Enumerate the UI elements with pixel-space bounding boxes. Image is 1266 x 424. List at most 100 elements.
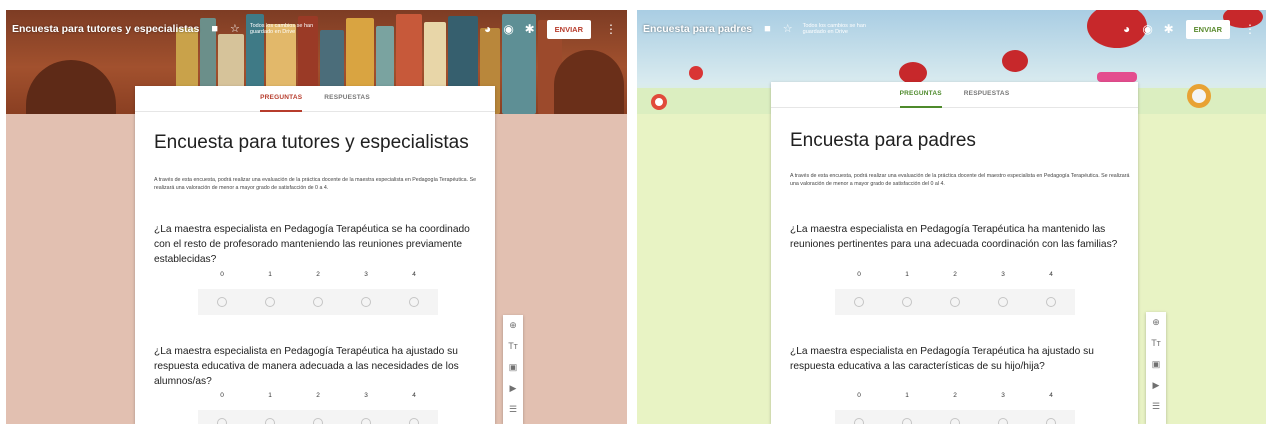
question-1-text[interactable]: ¿La maestra especialista en Pedagogía Te…	[154, 222, 489, 267]
form-editor-padres: Encuesta para padres ■ ☆ Todos los cambi…	[637, 10, 1266, 424]
eye-icon[interactable]: ◉	[1142, 23, 1154, 35]
top-bar: Encuesta para padres ■ ☆ Todos los cambi…	[637, 10, 1266, 48]
question-1-scale-labels: 0 1 2 3 4	[835, 271, 1075, 278]
radio-option[interactable]	[246, 289, 294, 315]
add-section-icon[interactable]: ☰	[1146, 396, 1166, 417]
radio-option[interactable]	[1027, 289, 1075, 315]
question-2-scale-labels: 0 1 2 3 4	[835, 392, 1075, 399]
scale-label: 4	[412, 392, 416, 399]
scale-label: 2	[316, 271, 320, 278]
scale-label: 3	[364, 392, 368, 399]
question-2-radio-row	[198, 410, 438, 424]
form-title[interactable]: Encuesta para padres	[790, 130, 976, 152]
palette-icon[interactable]: ◕	[1121, 23, 1133, 35]
radio-option[interactable]	[979, 289, 1027, 315]
more-vert-icon[interactable]: ⋮	[605, 22, 617, 36]
tab-respuestas[interactable]: RESPUESTAS	[964, 82, 1010, 108]
scale-label: 2	[953, 392, 957, 399]
add-image-icon[interactable]: ▣	[503, 357, 523, 378]
saved-status: Todos los cambios se han guardado en Dri…	[249, 22, 314, 36]
scale-label: 0	[220, 271, 224, 278]
scale-label: 2	[953, 271, 957, 278]
scale-label: 3	[1001, 271, 1005, 278]
add-section-icon[interactable]: ☰	[503, 399, 523, 420]
radio-option[interactable]	[198, 410, 246, 424]
scale-label: 4	[412, 271, 416, 278]
form-description[interactable]: A través de esta encuesta, podrá realiza…	[790, 172, 1130, 188]
radio-option[interactable]	[1027, 410, 1075, 424]
scale-label: 1	[905, 271, 909, 278]
scale-label: 0	[220, 392, 224, 399]
scale-label: 4	[1049, 392, 1053, 399]
scale-label: 3	[364, 271, 368, 278]
star-icon[interactable]: ☆	[783, 23, 793, 35]
radio-option[interactable]	[883, 289, 931, 315]
radio-option[interactable]	[835, 410, 883, 424]
scale-label: 3	[1001, 392, 1005, 399]
radio-option[interactable]	[294, 289, 342, 315]
form-title[interactable]: Encuesta para tutores y especialistas	[154, 132, 469, 154]
star-icon[interactable]: ☆	[230, 23, 240, 35]
radio-option[interactable]	[294, 410, 342, 424]
radio-option[interactable]	[342, 410, 390, 424]
radio-option[interactable]	[390, 289, 438, 315]
top-bar-actions: ◕ ◉ ✱ ENVIAR ⋮	[482, 10, 627, 48]
form-editor-tutores: Encuesta para tutores y especialistas ■ …	[6, 10, 627, 424]
add-title-icon[interactable]: Tт	[1146, 333, 1166, 354]
question-2-text[interactable]: ¿La maestra especialista en Pedagogía Te…	[790, 344, 1135, 374]
question-2-text[interactable]: ¿La maestra especialista en Pedagogía Te…	[154, 344, 489, 389]
side-toolbar: ⊕ Tт ▣ ▶ ☰	[503, 315, 523, 424]
send-button[interactable]: ENVIAR	[1185, 19, 1230, 39]
form-name[interactable]: Encuesta para padres	[643, 23, 752, 35]
palette-icon[interactable]: ◕	[482, 23, 494, 35]
scale-label: 2	[316, 392, 320, 399]
top-bar-actions: ◕ ◉ ✱ ENVIAR ⋮	[1121, 10, 1266, 48]
question-2-radio-row	[835, 410, 1075, 424]
scale-label: 1	[268, 271, 272, 278]
add-video-icon[interactable]: ▶	[1146, 375, 1166, 396]
radio-option[interactable]	[931, 410, 979, 424]
form-card: PREGUNTAS RESPUESTAS Encuesta para padre…	[771, 82, 1138, 424]
tab-preguntas[interactable]: PREGUNTAS	[899, 82, 942, 108]
scale-label: 1	[268, 392, 272, 399]
eye-icon[interactable]: ◉	[503, 23, 515, 35]
form-description[interactable]: A través de esta encuesta, podrá realiza…	[154, 176, 484, 192]
add-title-icon[interactable]: Tт	[503, 336, 523, 357]
radio-option[interactable]	[198, 289, 246, 315]
folder-icon[interactable]: ■	[211, 23, 218, 35]
question-1-text[interactable]: ¿La maestra especialista en Pedagogía Te…	[790, 222, 1135, 252]
form-name[interactable]: Encuesta para tutores y especialistas	[12, 23, 199, 35]
scale-label: 0	[857, 271, 861, 278]
scale-label: 4	[1049, 271, 1053, 278]
radio-option[interactable]	[835, 289, 883, 315]
radio-option[interactable]	[979, 410, 1027, 424]
form-card: PREGUNTAS RESPUESTAS Encuesta para tutor…	[135, 86, 495, 424]
question-1-scale-labels: 0 1 2 3 4	[198, 271, 438, 278]
scale-label: 1	[905, 392, 909, 399]
tab-respuestas[interactable]: RESPUESTAS	[324, 86, 370, 112]
tab-preguntas[interactable]: PREGUNTAS	[260, 86, 303, 112]
radio-option[interactable]	[883, 410, 931, 424]
radio-option[interactable]	[246, 410, 294, 424]
radio-option[interactable]	[342, 289, 390, 315]
side-toolbar: ⊕ Tт ▣ ▶ ☰	[1146, 312, 1166, 424]
gear-icon[interactable]: ✱	[524, 23, 536, 35]
add-question-icon[interactable]: ⊕	[1146, 312, 1166, 333]
question-1-radio-row	[198, 289, 438, 315]
add-video-icon[interactable]: ▶	[503, 378, 523, 399]
tab-bar: PREGUNTAS RESPUESTAS	[135, 86, 495, 112]
top-bar: Encuesta para tutores y especialistas ■ …	[6, 10, 627, 48]
gear-icon[interactable]: ✱	[1163, 23, 1175, 35]
question-1-radio-row	[835, 289, 1075, 315]
send-button[interactable]: ENVIAR	[546, 19, 591, 39]
folder-icon[interactable]: ■	[764, 23, 771, 35]
add-image-icon[interactable]: ▣	[1146, 354, 1166, 375]
scale-label: 0	[857, 392, 861, 399]
add-question-icon[interactable]: ⊕	[503, 315, 523, 336]
more-vert-icon[interactable]: ⋮	[1244, 22, 1256, 36]
radio-option[interactable]	[931, 289, 979, 315]
radio-option[interactable]	[390, 410, 438, 424]
saved-status: Todos los cambios se han guardado en Dri…	[802, 22, 866, 36]
question-2-scale-labels: 0 1 2 3 4	[198, 392, 438, 399]
tab-bar: PREGUNTAS RESPUESTAS	[771, 82, 1138, 108]
